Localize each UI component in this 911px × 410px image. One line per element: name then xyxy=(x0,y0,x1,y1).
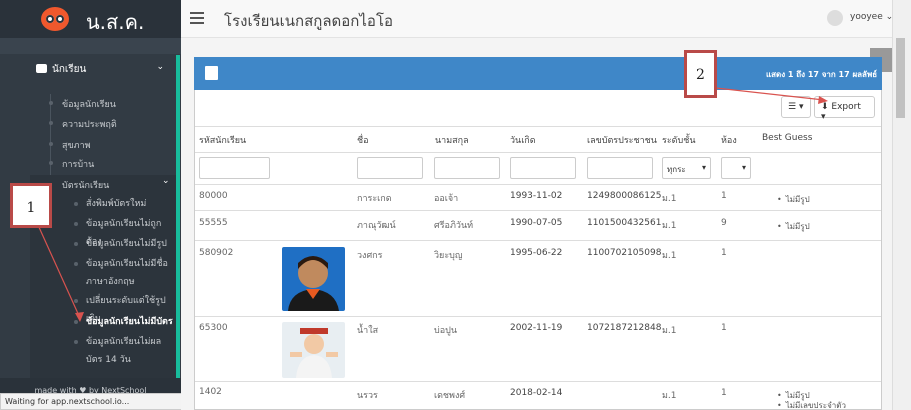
annotation-arrow-1 xyxy=(37,224,81,319)
annotation-arrows xyxy=(37,87,828,322)
annotation-label-2: 2 xyxy=(684,50,717,98)
annotation-label-1: 1 xyxy=(10,183,52,228)
annotation-arrow-2 xyxy=(715,87,825,101)
arrowhead-icon xyxy=(75,312,84,322)
arrowhead-icon xyxy=(818,96,828,104)
